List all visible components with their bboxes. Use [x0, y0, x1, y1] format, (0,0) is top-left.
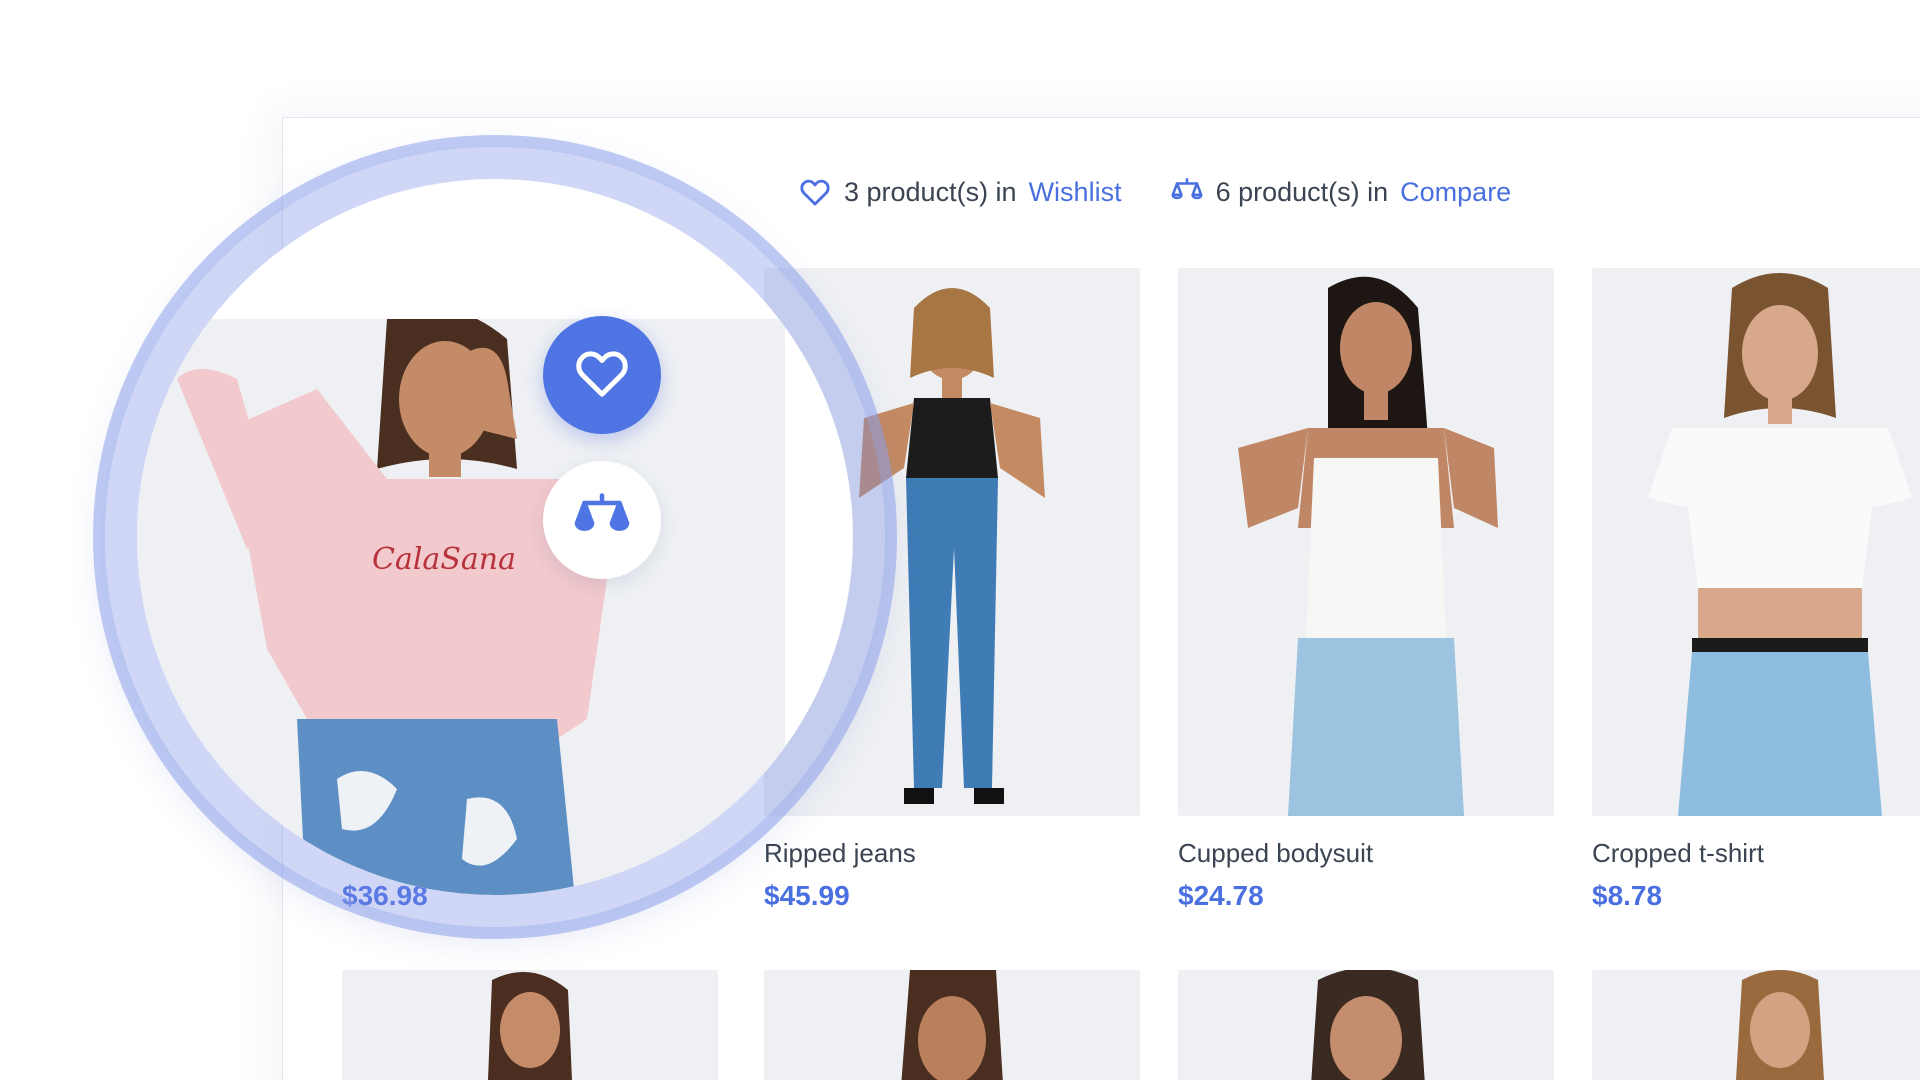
product-name[interactable]: Cropped t-shirt: [1592, 838, 1764, 869]
scales-icon: [572, 488, 632, 553]
compare-summary[interactable]: 6 product(s) in Compare: [1170, 175, 1511, 209]
product-bottom: [297, 719, 575, 895]
product-image[interactable]: [342, 970, 718, 1080]
scales-icon: [1170, 175, 1204, 209]
product-bottom: [906, 478, 998, 788]
wishlist-count-text: 3 product(s) in: [844, 176, 1017, 207]
shirt-logo: CalaSana: [372, 542, 516, 577]
magnified-product: CalaSana: [137, 179, 853, 895]
product-name[interactable]: Ripped jeans: [764, 838, 916, 869]
model-photo: [1736, 970, 1824, 1080]
model-photo: [1238, 276, 1498, 816]
product-name[interactable]: Cupped bodysuit: [1178, 838, 1373, 869]
compare-count-text: 6 product(s) in: [1215, 176, 1389, 207]
product-bottom: [1288, 638, 1464, 816]
add-to-wishlist-button[interactable]: [543, 316, 661, 434]
add-to-compare-button[interactable]: [543, 461, 661, 579]
product-image[interactable]: [1178, 970, 1554, 1080]
product-price: $8.78: [1592, 880, 1663, 911]
model-photo: CalaSana: [177, 307, 607, 895]
product-image-magnified[interactable]: CalaSana: [137, 307, 785, 895]
product-bottom: [1678, 652, 1882, 816]
model-photo: [901, 970, 1003, 1080]
product-price: $24.78: [1178, 880, 1264, 911]
product-image[interactable]: [1592, 970, 1920, 1080]
wishlist-compare-summary: 3 product(s) in Wishlist 6 product(s) in…: [798, 175, 1511, 209]
wishlist-summary[interactable]: 3 product(s) in Wishlist: [798, 175, 1122, 209]
product-top: [906, 398, 998, 478]
product-image-cupped-bodysuit[interactable]: [1178, 268, 1554, 816]
product-image[interactable]: [764, 970, 1140, 1080]
product-image-cropped-tshirt[interactable]: [1592, 268, 1920, 816]
compare-link[interactable]: Compare: [1400, 177, 1511, 208]
model-photo: [1648, 273, 1912, 816]
magnifier-highlight: CalaSana: [105, 147, 885, 927]
product-top: [1306, 458, 1446, 638]
model-photo: [1311, 970, 1425, 1080]
product-top: [1648, 428, 1912, 588]
heart-outline-icon: [798, 175, 832, 209]
page: 3 product(s) in Wishlist 6 product(s) in…: [0, 0, 1920, 1080]
heart-icon: [572, 343, 632, 408]
wishlist-link[interactable]: Wishlist: [1029, 177, 1122, 208]
model-photo: [488, 972, 572, 1080]
